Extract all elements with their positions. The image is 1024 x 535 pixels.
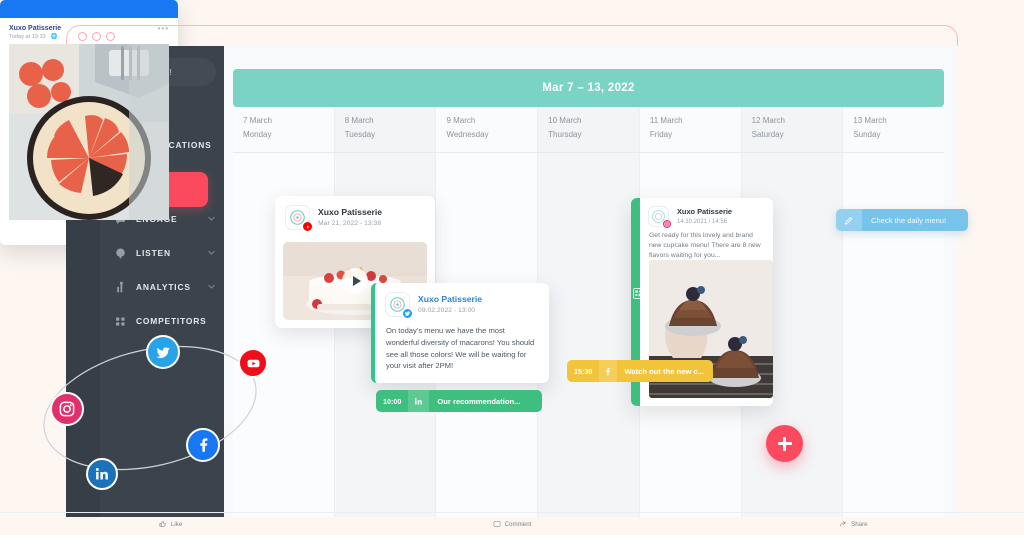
pencil-icon — [836, 209, 862, 231]
ear-icon — [114, 247, 127, 260]
pill-time: 10:00 — [383, 396, 402, 406]
social-icon-twitter[interactable] — [146, 335, 180, 369]
post-author: Xuxo Patisserie — [418, 293, 483, 304]
instagram-icon — [59, 401, 75, 417]
post-timestamp: 14.10.2021 / 14:56 — [677, 218, 728, 225]
post-text: On today’s menu we have the most wonderf… — [386, 326, 535, 371]
facebook-icon — [200, 438, 208, 452]
post-header: Xuxo Patisserie Mar 21, 2022 - 13:38 — [275, 196, 435, 236]
facebook-header-bar — [0, 0, 178, 18]
calendar-day-header[interactable]: 8 March Tuesday — [334, 107, 437, 152]
day-date: 13 March — [853, 116, 887, 125]
grid-icon[interactable] — [633, 286, 644, 299]
instagram-icon — [662, 219, 672, 229]
day-weekday: Sunday — [853, 130, 881, 139]
tooltip-text: Check the daily menu! — [871, 215, 947, 225]
day-weekday: Wednesday — [446, 130, 489, 139]
chevron-down-icon[interactable] — [207, 244, 216, 262]
calendar-day-column[interactable] — [843, 153, 945, 517]
sidebar-item-label: ANALYTICS — [136, 282, 191, 292]
scheduled-post-pill-linkedin[interactable]: 10:00 Our recommendation... — [376, 390, 542, 412]
calendar-day-header[interactable]: 11 March Friday — [639, 107, 742, 152]
youtube-icon — [247, 359, 259, 367]
post-header: Xuxo Patisserie 09.02.2022 - 13:00 — [375, 283, 549, 323]
post-card-twitter[interactable]: Xuxo Patisserie 09.02.2022 - 13:00 On to… — [371, 283, 549, 383]
post-timestamp: Today at 19:33 · 🌐 — [9, 33, 58, 40]
calendar-day-header[interactable]: 12 March Saturday — [741, 107, 844, 152]
post-author: Xuxo Patisserie — [677, 206, 733, 216]
window-minimize-dot[interactable] — [92, 31, 101, 41]
day-date: 10 March — [548, 116, 582, 125]
calendar-week-title: Mar 7 – 13, 2022 — [233, 69, 944, 107]
calendar-day-header[interactable]: 13 March Sunday — [843, 107, 945, 152]
pill-time: 15:30 — [574, 366, 593, 376]
chevron-down-icon[interactable] — [207, 278, 216, 296]
social-icon-facebook[interactable] — [186, 428, 220, 462]
window-maximize-dot[interactable] — [106, 31, 115, 41]
day-date: 12 March — [751, 116, 785, 125]
day-weekday: Thursday — [548, 130, 582, 139]
post-timestamp: 09.02.2022 - 13:00 — [418, 306, 476, 314]
check-daily-menu-button[interactable]: Check the daily menu! — [836, 209, 968, 231]
social-icon-linkedin[interactable] — [86, 458, 118, 490]
chevron-down-icon[interactable] — [207, 210, 216, 228]
day-date: 7 March — [243, 116, 272, 125]
scheduled-post-pill-facebook[interactable]: 15:30 Watch out the new c... — [567, 360, 713, 382]
day-weekday: Monday — [243, 130, 272, 139]
youtube-icon — [302, 221, 313, 232]
twitter-icon — [402, 308, 413, 319]
calendar-day-column[interactable] — [538, 153, 640, 517]
calendar-day-headers: 7 March Monday 8 March Tuesday 9 March Wedn… — [233, 107, 945, 153]
sidebar-item-label: LISTEN — [136, 248, 171, 258]
window-close-dot[interactable] — [78, 31, 87, 41]
social-icon-instagram[interactable] — [50, 392, 84, 426]
calendar-day-header[interactable]: 10 March Thursday — [538, 107, 640, 152]
sidebar-item-listen[interactable]: LISTEN — [108, 238, 224, 268]
post-author: Xuxo Patisserie — [9, 25, 62, 32]
pill-text: Watch out the new c... — [624, 366, 704, 376]
pill-text: Our recommendation... — [437, 396, 521, 406]
post-avatar-wrap — [385, 292, 413, 319]
grid-icon — [114, 315, 127, 328]
post-media-photo[interactable] — [9, 44, 169, 220]
sidebar-item-label: COMPETITORS — [136, 316, 207, 326]
add-post-button[interactable] — [766, 425, 803, 462]
day-date: 8 March — [344, 116, 374, 125]
browser-titlebar — [67, 26, 957, 47]
analytics-icon — [114, 281, 127, 294]
calendar-title-text: Mar 7 – 13, 2022 — [542, 82, 635, 94]
post-avatar-wrap — [285, 205, 313, 232]
post-avatar-wrap — [648, 206, 672, 229]
sidebar-item-analytics[interactable]: ANALYTICS — [108, 272, 224, 302]
post-author: Xuxo Patisserie — [318, 206, 383, 217]
play-icon[interactable] — [342, 268, 368, 294]
post-header: Xuxo Patisserie 14.10.2021 / 14:56 — [640, 198, 773, 231]
day-weekday: Friday — [649, 130, 673, 139]
day-weekday: Saturday — [751, 130, 784, 139]
post-timestamp: Mar 21, 2022 - 13:38 — [318, 219, 382, 227]
calendar-day-header[interactable]: 9 March Wednesday — [436, 107, 539, 152]
app-screenshot: Hello, Jane! — [0, 0, 1024, 535]
social-network-orbit — [28, 330, 268, 510]
day-weekday: Tuesday — [344, 130, 376, 139]
linkedin-icon — [408, 390, 430, 412]
linkedin-icon — [95, 468, 108, 480]
day-date: 11 March — [649, 116, 683, 125]
calendar-day-header[interactable]: 7 March Monday — [233, 107, 335, 152]
day-date: 9 March — [446, 116, 476, 125]
facebook-icon — [599, 360, 617, 382]
social-icon-youtube[interactable] — [238, 348, 268, 378]
twitter-icon — [155, 346, 170, 358]
